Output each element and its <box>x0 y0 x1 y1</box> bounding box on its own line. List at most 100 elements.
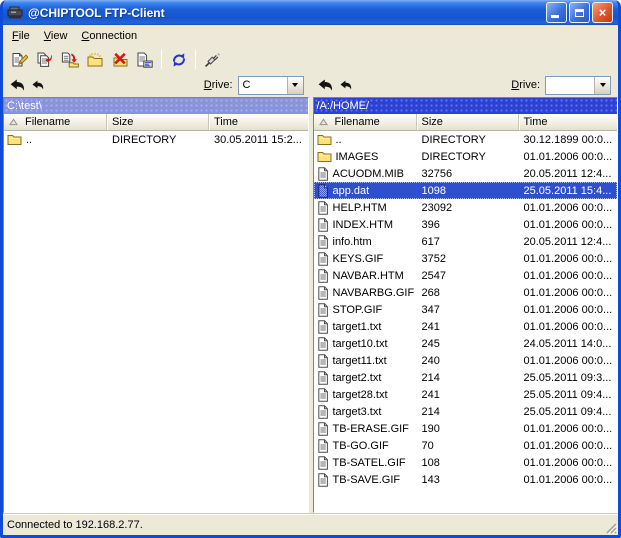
time-cell: 01.01.2006 00:0... <box>519 287 618 299</box>
filename-cell: TB-GO.GIF <box>314 439 417 453</box>
connect-button[interactable] <box>200 48 225 72</box>
delete-button[interactable] <box>107 48 132 72</box>
size-cell: 3752 <box>417 253 519 265</box>
move-to-folder-button[interactable] <box>57 48 82 72</box>
local-drive-dropdown-button[interactable] <box>287 77 303 94</box>
undo-arrow-small-icon <box>340 80 352 90</box>
properties-button[interactable] <box>132 48 157 72</box>
remote-file-row-app.dat[interactable]: app.dat109825.05.2011 15:4... <box>314 182 618 199</box>
time-cell: 25.05.2011 09:3... <box>519 372 618 384</box>
copy-icon <box>36 52 53 68</box>
size-cell: 108 <box>417 457 519 469</box>
app-icon <box>7 5 23 20</box>
maximize-button[interactable] <box>569 2 590 23</box>
remote-file-row-TB-GO.GIF[interactable]: TB-GO.GIF7001.01.2006 00:0... <box>314 437 618 454</box>
remote-file-row-INDEX.HTM[interactable]: INDEX.HTM39601.01.2006 00:0... <box>314 216 618 233</box>
file-icon <box>317 252 329 266</box>
file-icon <box>317 218 329 232</box>
remote-file-row-KEYS.GIF[interactable]: KEYS.GIF375201.01.2006 00:0... <box>314 250 618 267</box>
remote-file-row-target2.txt[interactable]: target2.txt21425.05.2011 09:3... <box>314 369 618 386</box>
remote-file-row-target28.txt[interactable]: target28.txt24125.05.2011 09:4... <box>314 386 618 403</box>
filename-cell: TB-ERASE.GIF <box>314 422 417 436</box>
local-column-header-size[interactable]: Size <box>107 114 209 130</box>
remote-file-row-target1.txt[interactable]: target1.txt24101.01.2006 00:0... <box>314 318 618 335</box>
remote-file-row-TB-SAVE.GIF[interactable]: TB-SAVE.GIF14301.01.2006 00:0... <box>314 471 618 488</box>
menu-bar: FileViewConnection <box>3 25 618 46</box>
toolbar <box>3 46 618 73</box>
refresh-button[interactable] <box>166 48 191 72</box>
remote-parent-dir-button[interactable] <box>318 79 333 91</box>
menu-item-view[interactable]: View <box>37 28 75 44</box>
remote-back-button[interactable] <box>340 80 352 90</box>
filename-text: .. <box>336 134 342 146</box>
time-cell: 25.05.2011 09:4... <box>519 389 618 401</box>
remote-column-header-filename[interactable]: Filename <box>314 114 417 130</box>
filename-text: TB-SAVE.GIF <box>333 474 401 486</box>
close-button[interactable]: × <box>592 2 613 23</box>
remote-column-header-time[interactable]: Time <box>519 114 618 130</box>
new-folder-button[interactable] <box>82 48 107 72</box>
local-column-header-time[interactable]: Time <box>209 114 308 130</box>
filename-text: TB-SATEL.GIF <box>333 457 406 469</box>
remote-file-row-target11.txt[interactable]: target11.txt24001.01.2006 00:0... <box>314 352 618 369</box>
local-file-list[interactable]: ..DIRECTORY30.05.2011 15:2... <box>4 131 308 512</box>
remote-drive-select[interactable] <box>545 76 611 95</box>
filename-text: STOP.GIF <box>333 304 383 316</box>
menu-item-file[interactable]: File <box>5 28 37 44</box>
local-file-row-..[interactable]: ..DIRECTORY30.05.2011 15:2... <box>4 131 308 148</box>
file-icon <box>317 388 329 402</box>
remote-file-row-NAVBARBG.GIF[interactable]: NAVBARBG.GIF26801.01.2006 00:0... <box>314 284 618 301</box>
local-column-header-filename[interactable]: Filename <box>4 114 107 130</box>
remote-file-row-IMAGES[interactable]: IMAGESDIRECTORY01.01.2006 00:0... <box>314 148 618 165</box>
minimize-button[interactable] <box>546 2 567 23</box>
file-icon <box>317 269 329 283</box>
remote-file-row-TB-SATEL.GIF[interactable]: TB-SATEL.GIF10801.01.2006 00:0... <box>314 454 618 471</box>
resize-grip-icon[interactable] <box>604 521 617 534</box>
filename-text: target3.txt <box>333 406 382 418</box>
time-cell: 20.05.2011 12:4... <box>519 168 618 180</box>
refresh-icon <box>171 52 187 68</box>
filename-cell: ACUODM.MIB <box>314 167 417 181</box>
filename-text: HELP.HTM <box>333 202 387 214</box>
local-parent-dir-button[interactable] <box>10 79 25 91</box>
remote-file-row-ACUODM.MIB[interactable]: ACUODM.MIB3275620.05.2011 12:4... <box>314 165 618 182</box>
delete-icon <box>111 52 129 68</box>
app-window: @CHIPTOOL FTP-Client × FileViewConnectio… <box>0 0 621 538</box>
file-icon <box>317 320 329 334</box>
local-back-button[interactable] <box>32 80 44 90</box>
remote-column-header-size[interactable]: Size <box>417 114 519 130</box>
filename-text: target2.txt <box>333 372 382 384</box>
menu-item-connection[interactable]: Connection <box>74 28 144 44</box>
filename-text: INDEX.HTM <box>333 219 394 231</box>
time-cell: 01.01.2006 00:0... <box>519 423 618 435</box>
file-icon <box>317 201 329 215</box>
size-cell: 32756 <box>417 168 519 180</box>
remote-file-row-HELP.HTM[interactable]: HELP.HTM2309201.01.2006 00:0... <box>314 199 618 216</box>
remote-file-list[interactable]: ..DIRECTORY30.12.1899 00:0...IMAGESDIREC… <box>314 131 618 512</box>
local-drive-select[interactable]: C <box>238 76 304 95</box>
remote-drive-dropdown-button[interactable] <box>594 77 610 94</box>
time-cell: 01.01.2006 00:0... <box>519 219 618 231</box>
filename-text: target1.txt <box>333 321 382 333</box>
file-icon <box>317 337 329 351</box>
column-label: Size <box>112 116 133 128</box>
size-cell: 241 <box>417 321 519 333</box>
remote-file-row-STOP.GIF[interactable]: STOP.GIF34701.01.2006 00:0... <box>314 301 618 318</box>
filename-cell: TB-SAVE.GIF <box>314 473 417 487</box>
copy-button[interactable] <box>32 48 57 72</box>
time-cell: 20.05.2011 12:4... <box>519 236 618 248</box>
time-cell: 01.01.2006 00:0... <box>519 440 618 452</box>
column-label: Time <box>214 116 238 128</box>
local-drive-label: Drive: <box>204 79 233 91</box>
filename-cell: KEYS.GIF <box>314 252 417 266</box>
file-panels: C:\test\ FilenameSizeTime ..DIRECTORY30.… <box>3 97 618 513</box>
remote-file-row-info.htm[interactable]: info.htm61720.05.2011 12:4... <box>314 233 618 250</box>
remote-file-row-target3.txt[interactable]: target3.txt21425.05.2011 09:4... <box>314 403 618 420</box>
rename-button[interactable] <box>7 48 32 72</box>
title-bar[interactable]: @CHIPTOOL FTP-Client × <box>3 0 618 25</box>
remote-file-row-target10.txt[interactable]: target10.txt24524.05.2011 14:0... <box>314 335 618 352</box>
remote-file-row-NAVBAR.HTM[interactable]: NAVBAR.HTM254701.01.2006 00:0... <box>314 267 618 284</box>
remote-file-row-..[interactable]: ..DIRECTORY30.12.1899 00:0... <box>314 131 618 148</box>
remote-file-row-TB-ERASE.GIF[interactable]: TB-ERASE.GIF19001.01.2006 00:0... <box>314 420 618 437</box>
dat-file-icon <box>317 184 329 198</box>
